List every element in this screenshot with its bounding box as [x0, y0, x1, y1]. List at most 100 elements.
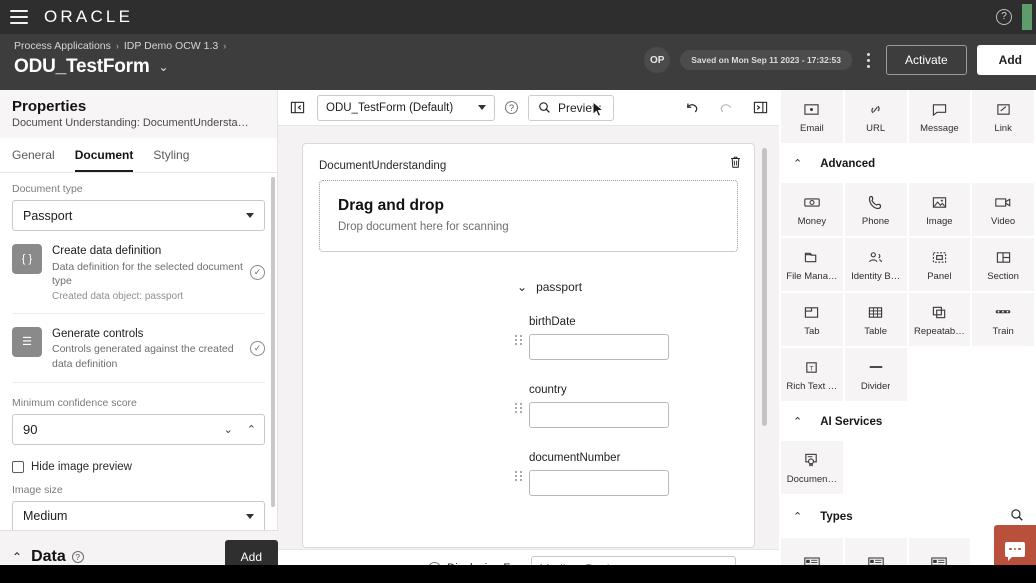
more-vertical-icon[interactable] [862, 49, 876, 71]
hamburger-icon[interactable] [10, 10, 28, 24]
chat-bubble-icon [1005, 541, 1025, 561]
breadcrumb-separator-icon: › [115, 41, 119, 51]
chevron-down-icon: ⌄ [517, 280, 528, 294]
breadcrumb-item-0[interactable]: Process Applications [14, 40, 111, 52]
palette-item-url[interactable]: URL [844, 90, 907, 143]
form-variant-select[interactable]: ODU_TestForm (Default) [317, 94, 495, 121]
palette-item-money[interactable]: Money [781, 183, 843, 236]
chevron-down-icon [246, 213, 254, 218]
screen-bottom-bar [0, 565, 1036, 583]
tab-general[interactable]: General [12, 138, 55, 172]
palette-item-label: Section [987, 271, 1019, 282]
image-icon [931, 192, 948, 212]
palette-item-message[interactable]: Message [908, 90, 971, 143]
stepper-down-icon[interactable]: ⌄ [224, 423, 233, 436]
task-title: Generate controls [52, 327, 144, 340]
field-input[interactable] [529, 470, 669, 496]
help-circle-icon[interactable]: ? [505, 101, 518, 114]
palette-item-video[interactable]: Video [972, 183, 1034, 236]
palette-item-label: URL [866, 123, 886, 134]
preview-button[interactable]: Preview [528, 94, 614, 121]
palette-item-divider[interactable]: Divider [844, 348, 907, 401]
email-icon [803, 99, 820, 119]
breadcrumb-item-1[interactable]: IDP Demo OCW 1.3 [124, 40, 218, 52]
tab-styling[interactable]: Styling [153, 138, 189, 172]
palette-item-label: Train [992, 326, 1014, 337]
image-size-select[interactable]: Medium [12, 500, 265, 532]
table-icon [867, 302, 884, 322]
oracle-top-bar: ORACLE ? [0, 0, 1036, 34]
passport-section-header[interactable]: ⌄ passport [517, 280, 738, 294]
identity-icon [867, 247, 885, 267]
document-type-value: Passport [23, 208, 73, 223]
chevron-up-icon: ⌃ [793, 158, 803, 170]
search-icon[interactable] [1010, 508, 1024, 525]
palette-group-ai-services[interactable]: ⌃ AI Services [779, 401, 1036, 441]
field-body: documentNumber [529, 452, 738, 496]
help-circle-icon[interactable]: ? [996, 9, 1012, 25]
palette-item-label: File Mana… [786, 271, 838, 282]
palette-item-phone[interactable]: Phone [844, 183, 907, 236]
properties-scrollbar[interactable] [271, 177, 275, 507]
chevron-up-icon[interactable]: ⌃ [12, 550, 22, 564]
stepper-up-icon[interactable]: ⌃ [247, 423, 256, 436]
palette-item-label: Divider [860, 381, 891, 392]
field-input[interactable] [529, 402, 669, 428]
check-circle-icon: ✓ [250, 341, 265, 357]
task-row-create-data-definition: { } Create data definition Data definiti… [12, 231, 265, 314]
braces-icon: { } [12, 244, 42, 274]
confidence-score-stepper[interactable]: 90 ⌄ ⌃ [12, 413, 265, 445]
status-accent-bar [1022, 4, 1032, 30]
palette-item-tab[interactable]: Tab [781, 293, 843, 346]
properties-subtitle: Document Understanding: DocumentUndersta… [12, 117, 249, 129]
palette-item-rich-text[interactable]: T Rich Text … [781, 348, 843, 401]
trash-icon[interactable] [729, 155, 742, 174]
document-dropzone[interactable]: Drag and drop Drop document here for sca… [319, 180, 738, 252]
field-input[interactable] [529, 334, 669, 360]
tab-document[interactable]: Document [74, 138, 134, 172]
palette-item-label: Rich Text … [786, 381, 838, 392]
palette-item-repeatable[interactable]: Repeatab… [908, 293, 971, 346]
panel-collapse-right-icon[interactable] [750, 98, 770, 118]
palette-item-image[interactable]: Image [908, 183, 971, 236]
image-size-value: Medium [23, 509, 68, 524]
properties-panel: Properties Document Understanding: Docum… [0, 90, 278, 583]
palette-item-panel[interactable]: Panel [908, 238, 971, 291]
drag-handle-icon[interactable] [515, 403, 524, 413]
palette-item-train[interactable]: Train [972, 293, 1034, 346]
add-button[interactable]: Add [976, 45, 1036, 75]
palette-item-section[interactable]: Section [972, 238, 1034, 291]
palette-group-advanced[interactable]: ⌃ Advanced [779, 143, 1036, 183]
activate-button[interactable]: Activate [885, 45, 967, 75]
palette-item-document-understanding[interactable]: Documen… [781, 441, 843, 494]
canvas-toolbar: ODU_TestForm (Default) ? Preview [278, 90, 779, 126]
drag-handle-icon[interactable] [515, 335, 524, 345]
chevron-down-icon[interactable]: ⌄ [159, 60, 169, 74]
url-icon [867, 99, 884, 119]
divider-icon [867, 357, 885, 377]
palette-empty-cell [908, 441, 971, 494]
passport-section-label: passport [536, 280, 583, 294]
palette-empty-cell [972, 441, 1034, 494]
palette-item-file-manager[interactable]: File Mana… [781, 238, 843, 291]
avatar[interactable]: OP [644, 47, 671, 73]
drag-handle-icon[interactable] [515, 471, 524, 481]
palette-item-table[interactable]: Table [844, 293, 907, 346]
help-circle-icon[interactable]: ? [71, 551, 84, 563]
search-icon [539, 102, 550, 113]
hide-image-preview-checkbox[interactable] [12, 460, 24, 473]
palette-item-label: Tab [804, 326, 820, 337]
panel-collapse-left-icon[interactable] [287, 98, 307, 118]
undo-icon[interactable] [682, 98, 702, 118]
palette-item-link[interactable]: Link [972, 90, 1034, 143]
breadcrumb-separator-icon: › [223, 41, 227, 51]
palette-item-identity-browser[interactable]: Identity B… [844, 238, 907, 291]
palette-row-top: Email URL Message Link [779, 90, 1036, 143]
train-icon [994, 302, 1012, 322]
document-type-select[interactable]: Passport [12, 200, 265, 231]
palette-item-email[interactable]: Email [781, 90, 843, 143]
canvas-scrollbar[interactable] [762, 148, 767, 426]
redo-icon[interactable] [716, 98, 736, 118]
phone-icon [868, 192, 884, 212]
hide-image-preview-row[interactable]: Hide image preview [12, 460, 265, 473]
